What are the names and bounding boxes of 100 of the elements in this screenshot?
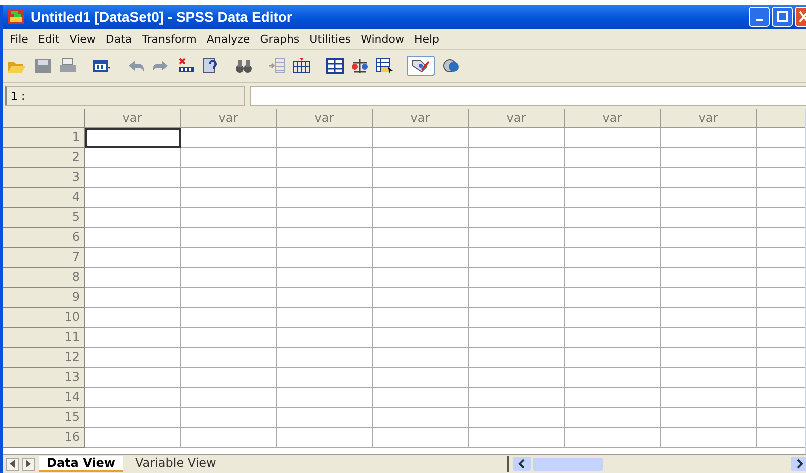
data-cell[interactable] <box>661 328 757 348</box>
data-cell[interactable] <box>565 288 661 308</box>
data-cell[interactable] <box>373 428 469 448</box>
row-header[interactable]: 7 <box>3 248 85 268</box>
data-cell[interactable] <box>469 328 565 348</box>
data-cell[interactable] <box>85 188 181 208</box>
data-cell[interactable] <box>661 208 757 228</box>
data-cell[interactable] <box>85 208 181 228</box>
column-header[interactable]: var <box>565 109 661 128</box>
data-cell[interactable] <box>565 148 661 168</box>
data-cell[interactable] <box>277 148 373 168</box>
redo-icon[interactable] <box>152 58 170 74</box>
menu-item[interactable]: View <box>64 32 101 46</box>
row-header[interactable]: 1 <box>3 128 85 148</box>
data-cell[interactable] <box>277 168 373 188</box>
data-cell[interactable] <box>661 148 757 168</box>
data-cell[interactable] <box>85 368 181 388</box>
data-cell[interactable] <box>373 228 469 248</box>
insert-variable-icon[interactable] <box>293 58 311 74</box>
data-cell[interactable] <box>85 388 181 408</box>
data-cell[interactable] <box>277 248 373 268</box>
data-cell[interactable] <box>565 368 661 388</box>
goto-case-icon[interactable] <box>177 58 195 74</box>
dialog-icon[interactable] <box>92 58 112 74</box>
data-cell[interactable] <box>373 328 469 348</box>
data-cell[interactable] <box>181 288 277 308</box>
data-cell[interactable] <box>469 268 565 288</box>
data-cell[interactable] <box>85 168 181 188</box>
data-cell[interactable] <box>85 428 181 448</box>
data-cell[interactable] <box>277 268 373 288</box>
menu-item[interactable]: Analyze <box>202 32 256 46</box>
data-cell[interactable] <box>373 308 469 328</box>
column-header[interactable]: var <box>181 109 277 128</box>
data-cell[interactable] <box>661 248 757 268</box>
variables-icon[interactable] <box>202 58 220 74</box>
data-cell[interactable] <box>85 348 181 368</box>
data-cell[interactable] <box>373 208 469 228</box>
data-cell[interactable] <box>181 308 277 328</box>
row-header[interactable]: 12 <box>3 348 85 368</box>
data-cell[interactable] <box>469 168 565 188</box>
row-header[interactable]: 10 <box>3 308 85 328</box>
data-cell[interactable] <box>181 128 277 148</box>
data-cell[interactable] <box>469 228 565 248</box>
data-cell[interactable] <box>277 128 373 148</box>
data-cell[interactable] <box>661 308 757 328</box>
row-header[interactable]: 6 <box>3 228 85 248</box>
scale-icon[interactable] <box>351 58 369 74</box>
data-cell[interactable] <box>661 288 757 308</box>
column-header[interactable]: var <box>469 109 565 128</box>
data-cell[interactable] <box>277 348 373 368</box>
column-header[interactable]: var <box>85 109 181 128</box>
row-header[interactable]: 4 <box>3 188 85 208</box>
insert-cases-icon[interactable] <box>268 58 286 74</box>
data-cell[interactable] <box>565 128 661 148</box>
data-cell[interactable] <box>373 168 469 188</box>
horizontal-scrollbar[interactable] <box>507 456 806 472</box>
previous-tab-button[interactable] <box>6 458 19 470</box>
data-cell[interactable] <box>373 188 469 208</box>
undo-icon[interactable] <box>127 58 145 74</box>
data-cell[interactable] <box>181 388 277 408</box>
data-cell[interactable] <box>181 368 277 388</box>
data-cell[interactable] <box>85 408 181 428</box>
data-cell[interactable] <box>373 368 469 388</box>
data-cell[interactable] <box>181 248 277 268</box>
data-cell[interactable] <box>565 328 661 348</box>
data-cell[interactable] <box>373 408 469 428</box>
data-cell[interactable] <box>469 368 565 388</box>
data-cell[interactable] <box>469 148 565 168</box>
row-header[interactable]: 13 <box>3 368 85 388</box>
data-cell[interactable] <box>469 248 565 268</box>
data-cell[interactable] <box>661 188 757 208</box>
data-cell[interactable] <box>565 428 661 448</box>
data-cell[interactable] <box>181 268 277 288</box>
data-cell[interactable] <box>373 348 469 368</box>
data-cell[interactable] <box>661 388 757 408</box>
menu-item[interactable]: Edit <box>33 32 65 46</box>
data-cell[interactable] <box>277 328 373 348</box>
data-cell[interactable] <box>565 248 661 268</box>
data-cell[interactable] <box>181 228 277 248</box>
data-cell[interactable] <box>469 188 565 208</box>
data-cell[interactable] <box>85 248 181 268</box>
data-cell[interactable] <box>469 128 565 148</box>
split-file-icon[interactable] <box>326 58 344 74</box>
data-cell[interactable] <box>565 168 661 188</box>
data-cell[interactable] <box>277 288 373 308</box>
cell-value-field[interactable] <box>250 86 806 106</box>
data-cell[interactable] <box>373 148 469 168</box>
close-button[interactable] <box>795 7 806 27</box>
data-cell[interactable] <box>661 348 757 368</box>
data-cell[interactable] <box>565 208 661 228</box>
data-cell[interactable] <box>181 328 277 348</box>
data-cell[interactable] <box>373 248 469 268</box>
sheet-tab[interactable]: Variable View <box>127 456 224 472</box>
data-cell[interactable] <box>181 348 277 368</box>
data-cell[interactable] <box>469 348 565 368</box>
data-cell[interactable] <box>277 188 373 208</box>
menu-item[interactable]: Window <box>356 32 410 46</box>
data-cell[interactable] <box>565 228 661 248</box>
data-cell[interactable] <box>565 388 661 408</box>
row-header[interactable]: 9 <box>3 288 85 308</box>
